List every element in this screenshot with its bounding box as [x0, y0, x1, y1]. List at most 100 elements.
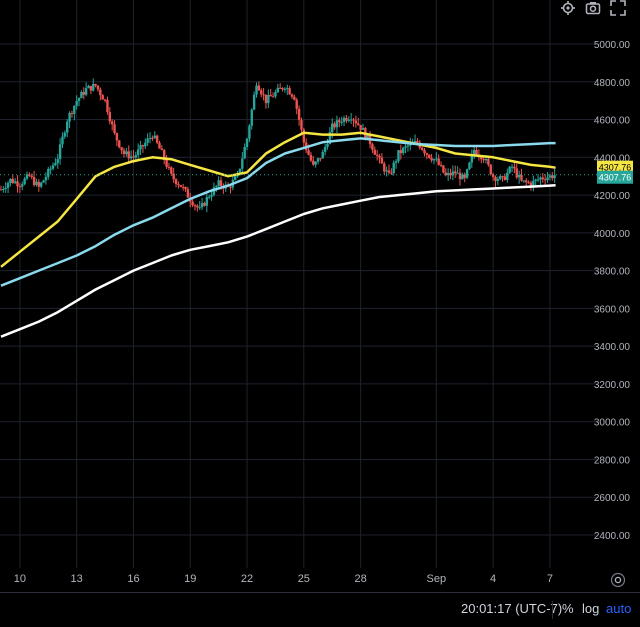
candle-body: [191, 201, 194, 206]
candle-body: [454, 171, 457, 174]
candle-body: [245, 138, 249, 148]
divider: [552, 601, 553, 619]
candle-body: [255, 85, 258, 95]
candle-body: [260, 90, 263, 95]
candle-body: [375, 154, 379, 156]
candle-body: [536, 179, 540, 181]
y-tick-label: 2600.00: [594, 493, 631, 504]
candle-body: [9, 178, 12, 184]
percent-toggle[interactable]: %: [562, 601, 574, 616]
candle-body: [420, 147, 424, 150]
candle-body: [338, 120, 341, 123]
x-tick-label: Sep: [427, 573, 447, 585]
candle-body: [44, 176, 48, 181]
candle-body: [205, 197, 209, 206]
settings-icon[interactable]: [610, 572, 626, 588]
x-tick-label: 13: [71, 573, 83, 585]
candle-body: [465, 169, 469, 178]
candle-body: [399, 150, 403, 154]
candle-body: [252, 94, 256, 110]
y-tick-label: 4200.00: [594, 191, 631, 202]
candle-body: [487, 158, 490, 165]
candle-body: [125, 151, 128, 154]
candle-body: [0, 189, 3, 191]
candle-body: [319, 158, 322, 160]
candle-body: [316, 158, 320, 162]
candle-body: [51, 165, 55, 169]
log-toggle[interactable]: log: [582, 601, 599, 616]
candle-body: [302, 129, 306, 143]
candle-body: [401, 147, 405, 154]
candle-body: [115, 133, 119, 141]
candle-body: [179, 185, 182, 187]
candle-body: [16, 181, 19, 187]
candle-body: [475, 149, 478, 155]
candle-body: [118, 140, 121, 148]
candle-body: [423, 149, 426, 154]
candle-body: [385, 170, 388, 172]
candle-body: [158, 142, 161, 149]
candle-body: [101, 95, 104, 100]
candle-body: [425, 153, 429, 155]
candle-body: [269, 95, 272, 97]
candle-body: [210, 194, 213, 197]
expand-icon[interactable]: [610, 0, 628, 16]
candle-body: [283, 88, 287, 90]
candle-body: [196, 205, 199, 208]
candle-body: [4, 187, 7, 189]
candle-body: [75, 100, 78, 106]
candle-body: [248, 125, 251, 139]
candle-body: [257, 85, 261, 91]
candle-body: [352, 119, 355, 121]
candle-body: [49, 168, 52, 170]
candle-body: [129, 156, 133, 159]
candle-body: [543, 179, 547, 181]
candle-body: [371, 144, 374, 150]
candle-body: [56, 159, 59, 164]
candle-body: [61, 136, 64, 145]
candle-body: [234, 176, 237, 180]
candle-body: [2, 188, 5, 190]
candle-body: [387, 170, 391, 173]
price-chart[interactable]: 2400.00 2600.00 2800.00 3000.00 3200.00 3400.…: [0, 0, 640, 626]
candle-body: [23, 178, 26, 185]
candle-body: [456, 172, 459, 174]
candle-body: [468, 162, 471, 170]
candle-body: [546, 177, 549, 181]
candle-body: [103, 99, 107, 101]
candle-body: [484, 158, 488, 161]
candle-body: [160, 148, 164, 151]
candle-body: [534, 179, 537, 181]
candle-body: [18, 186, 22, 188]
candle-body: [229, 186, 232, 188]
candle-body: [428, 154, 431, 158]
y-tick-label: 3600.00: [594, 304, 631, 315]
candle-body: [373, 149, 377, 155]
candle-body: [181, 186, 185, 188]
candle-body: [361, 128, 365, 130]
candle-body: [250, 109, 253, 126]
candle-body: [359, 125, 362, 130]
candle-body: [271, 96, 275, 98]
gear-icon[interactable]: [560, 0, 578, 16]
candle-body: [449, 173, 452, 176]
candle-body: [47, 168, 50, 177]
candle-body: [297, 108, 301, 120]
candle-body: [215, 185, 218, 188]
candle-body: [184, 187, 187, 190]
candle-body: [392, 162, 395, 173]
candle-body: [262, 94, 265, 96]
camera-icon[interactable]: [585, 0, 603, 16]
x-tick-label: 10: [14, 573, 26, 585]
candle-body: [6, 183, 10, 188]
last-price-badge-label: 4307.76: [599, 173, 632, 183]
candle-body: [503, 176, 507, 180]
candle-body: [30, 175, 33, 177]
candle-body: [309, 154, 313, 161]
candle-body: [132, 156, 135, 158]
candle-body: [383, 163, 386, 172]
candle-body: [394, 161, 398, 163]
auto-toggle[interactable]: auto: [606, 601, 631, 616]
candle-body: [295, 99, 298, 109]
candle-body: [96, 85, 100, 90]
